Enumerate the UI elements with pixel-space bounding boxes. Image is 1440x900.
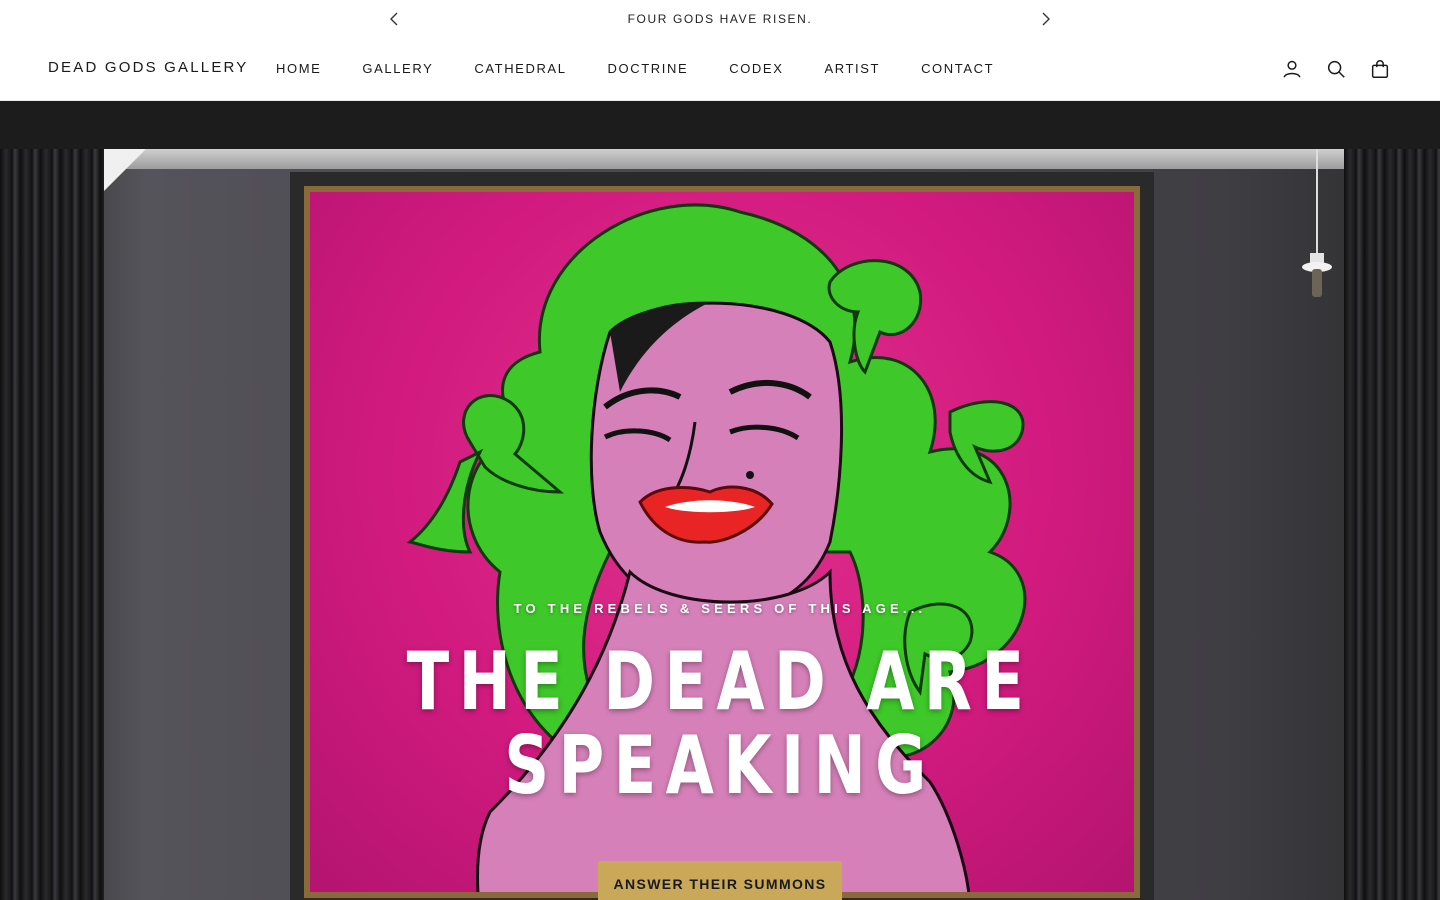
hero-section: TO THE REBELS & SEERS OF THIS AGE... THE… <box>0 101 1440 900</box>
search-icon[interactable] <box>1324 57 1348 81</box>
header-icons <box>1280 57 1392 81</box>
nav-doctrine[interactable]: DOCTRINE <box>608 61 689 76</box>
chevron-right-icon[interactable] <box>1036 9 1056 29</box>
lamp-cord <box>1316 149 1318 259</box>
main-nav: HOME GALLERY CATHEDRAL DOCTRINE CODEX AR… <box>276 61 1035 76</box>
nav-codex[interactable]: CODEX <box>729 61 783 76</box>
gallery-room-ceiling <box>104 149 1344 169</box>
pendant-lamp-icon <box>1302 253 1332 297</box>
site-logo[interactable]: DEAD GODS GALLERY <box>48 59 249 76</box>
hero-headline-line2: SPEAKING <box>504 719 936 812</box>
hero-headline: THE DEAD ARE SPEAKING <box>158 640 1281 808</box>
announcement-text: FOUR GODS HAVE RISEN. <box>627 12 813 26</box>
nav-home[interactable]: HOME <box>276 61 321 76</box>
cart-icon[interactable] <box>1368 57 1392 81</box>
chevron-left-icon[interactable] <box>384 9 404 29</box>
nav-gallery[interactable]: GALLERY <box>362 61 433 76</box>
nav-contact[interactable]: CONTACT <box>921 61 994 76</box>
hero-top-band <box>0 101 1440 149</box>
answer-summons-button[interactable]: ANSWER THEIR SUMMONS <box>598 861 842 900</box>
site-header: DEAD GODS GALLERY HOME GALLERY CATHEDRAL… <box>0 38 1440 101</box>
nav-artist[interactable]: ARTIST <box>824 61 880 76</box>
corner-fold <box>104 149 146 191</box>
hero-kicker: TO THE REBELS & SEERS OF THIS AGE... <box>513 601 927 616</box>
announcement-bar: FOUR GODS HAVE RISEN. <box>0 0 1440 38</box>
hero-headline-line1: THE DEAD ARE <box>406 635 1034 728</box>
account-icon[interactable] <box>1280 57 1304 81</box>
hero-content: TO THE REBELS & SEERS OF THIS AGE... THE… <box>0 601 1440 808</box>
nav-cathedral[interactable]: CATHEDRAL <box>474 61 566 76</box>
